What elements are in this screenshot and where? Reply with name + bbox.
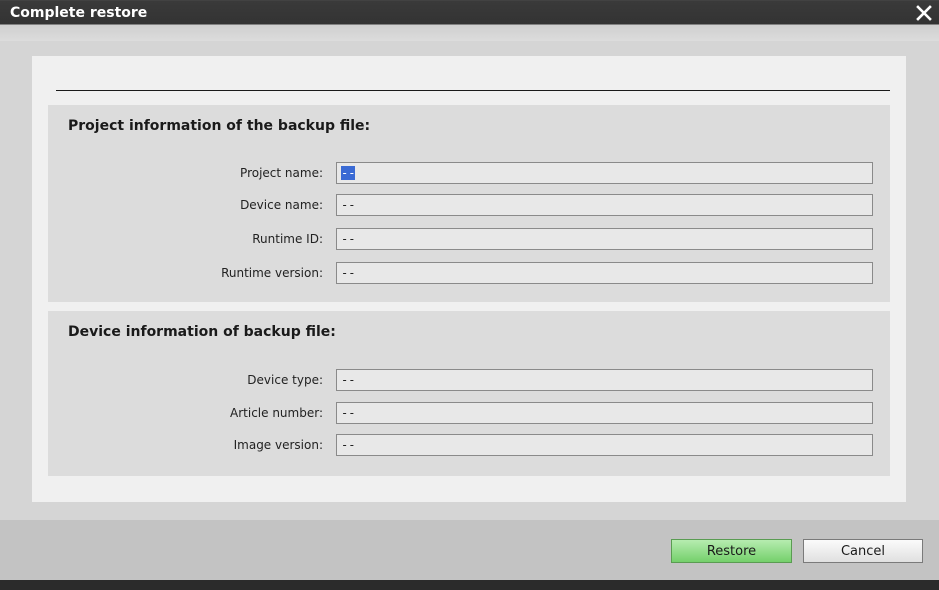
article-number-value: -- xyxy=(341,406,356,420)
device-info-group: Device information of backup file: Devic… xyxy=(48,311,890,476)
cancel-button[interactable]: Cancel xyxy=(803,539,923,563)
device-type-label: Device type: xyxy=(247,373,323,387)
image-version-field[interactable]: -- xyxy=(336,434,873,456)
runtime-id-label: Runtime ID: xyxy=(252,232,323,246)
article-number-field[interactable]: -- xyxy=(336,402,873,424)
project-info-title: Project information of the backup file: xyxy=(68,118,371,134)
device-name-label: Device name: xyxy=(240,198,323,212)
runtime-version-value: -- xyxy=(341,266,356,280)
project-name-field[interactable]: -- xyxy=(336,162,873,184)
complete-restore-dialog: Complete restore Project information of … xyxy=(0,0,939,590)
device-name-field[interactable]: -- xyxy=(336,194,873,216)
runtime-id-field[interactable]: -- xyxy=(336,228,873,250)
bottom-edge xyxy=(0,580,939,590)
close-icon xyxy=(916,5,932,21)
button-bar: Restore Cancel xyxy=(0,520,939,580)
device-info-title: Device information of backup file: xyxy=(68,324,336,340)
image-version-value: -- xyxy=(341,438,356,452)
image-version-label: Image version: xyxy=(233,438,323,452)
runtime-version-label: Runtime version: xyxy=(221,266,323,280)
runtime-id-value: -- xyxy=(341,232,356,246)
runtime-version-field[interactable]: -- xyxy=(336,262,873,284)
project-name-value: -- xyxy=(341,166,356,180)
project-info-group: Project information of the backup file: … xyxy=(48,105,890,302)
device-type-field[interactable]: -- xyxy=(336,369,873,391)
separator-line xyxy=(56,90,890,91)
dialog-content: Project information of the backup file: … xyxy=(32,56,906,502)
title-bar: Complete restore xyxy=(0,0,939,41)
restore-button[interactable]: Restore xyxy=(671,539,792,563)
project-name-label: Project name: xyxy=(240,166,323,180)
close-button[interactable] xyxy=(912,2,936,24)
device-type-value: -- xyxy=(341,373,356,387)
dialog-title: Complete restore xyxy=(10,5,148,21)
device-name-value: -- xyxy=(341,198,356,212)
article-number-label: Article number: xyxy=(230,406,323,420)
